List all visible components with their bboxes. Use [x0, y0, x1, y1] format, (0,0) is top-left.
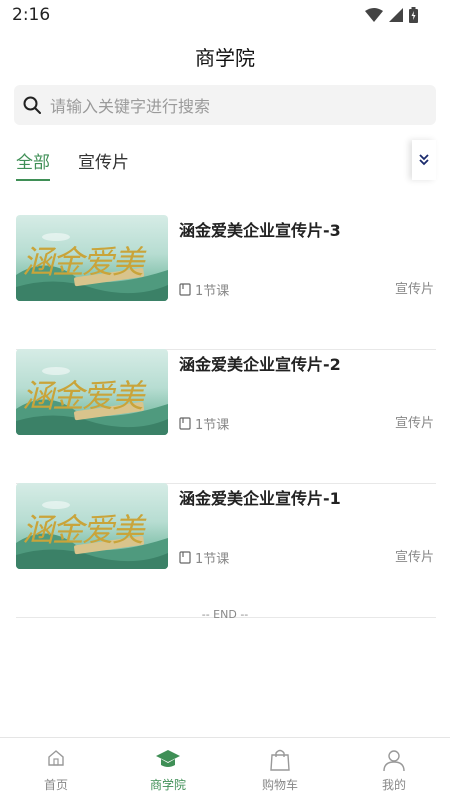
course-title: 涵金爱美企业宣传片-3	[179, 221, 341, 240]
thumbnail-text: 涵金爱美	[22, 511, 144, 549]
signal-icon	[389, 8, 403, 22]
home-icon	[48, 750, 64, 766]
lesson-meta: 1节课	[179, 414, 229, 433]
wifi-icon	[365, 8, 383, 22]
list-end-marker: -- END --	[201, 608, 249, 621]
thumbnail-text: 涵金爱美	[22, 377, 144, 415]
nav-home[interactable]: 首页	[0, 738, 112, 801]
lesson-count: 1节课	[195, 284, 230, 299]
lesson-count: 1节课	[195, 418, 230, 433]
status-icons	[365, 7, 418, 23]
nav-profile[interactable]: 我的	[338, 738, 450, 801]
lesson-meta: 1节课	[179, 548, 229, 567]
course-item[interactable]: 涵金爱美 涵金爱美企业宣传片-1 1节课 宣传片	[16, 483, 436, 618]
tab-promo-video[interactable]: 宣传片	[78, 148, 129, 173]
search-icon	[23, 96, 41, 114]
lesson-count: 1节课	[195, 552, 230, 567]
battery-icon	[409, 7, 418, 23]
nav-cart[interactable]: 购物车	[224, 738, 336, 801]
status-time: 2:16	[12, 5, 51, 25]
course-item[interactable]: 涵金爱美 涵金爱美企业宣传片-3 1节课 宣传片	[16, 215, 436, 350]
lesson-meta: 1节课	[179, 280, 229, 299]
shopping-bag-icon	[270, 749, 290, 771]
book-icon	[179, 283, 191, 296]
course-title: 涵金爱美企业宣传片-1	[179, 489, 341, 508]
course-title: 涵金爱美企业宣传片-2	[179, 355, 341, 374]
chevron-double-down-icon	[419, 154, 429, 166]
page-title: 商学院	[195, 46, 255, 70]
tab-all[interactable]: 全部	[16, 148, 50, 173]
nav-label: 购物车	[261, 778, 298, 792]
nav-label: 我的	[381, 778, 406, 792]
nav-label: 首页	[43, 778, 68, 792]
course-item[interactable]: 涵金爱美 涵金爱美企业宣传片-2 1节课 宣传片	[16, 349, 436, 484]
person-icon	[383, 750, 405, 772]
active-tab-indicator	[16, 179, 50, 181]
search-input[interactable]: 请输入关键字进行搜索	[14, 85, 436, 125]
course-thumbnail: 涵金爱美	[16, 215, 168, 301]
course-tag: 宣传片	[394, 416, 434, 431]
course-thumbnail: 涵金爱美	[16, 349, 168, 435]
thumbnail-text: 涵金爱美	[22, 243, 144, 281]
nav-label: 商学院	[149, 778, 186, 792]
graduation-cap-icon	[156, 750, 180, 767]
course-tag: 宣传片	[394, 282, 434, 297]
course-tag: 宣传片	[394, 550, 434, 565]
status-bar: 2:16	[0, 0, 450, 32]
nav-business-school[interactable]: 商学院	[112, 738, 224, 801]
bottom-nav: 首页 商学院 购物车 我的	[0, 737, 450, 801]
book-icon	[179, 417, 191, 430]
course-thumbnail: 涵金爱美	[16, 483, 168, 569]
book-icon	[179, 551, 191, 564]
search-placeholder: 请输入关键字进行搜索	[50, 97, 211, 116]
expand-tabs-button[interactable]	[412, 140, 436, 180]
